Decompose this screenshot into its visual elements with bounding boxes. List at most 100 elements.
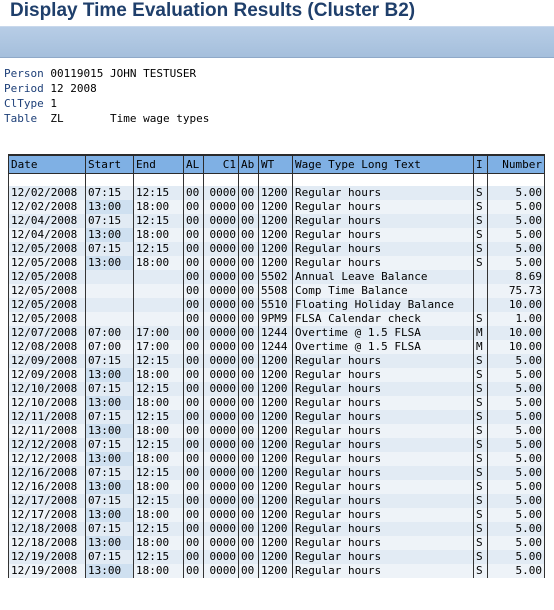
table-row[interactable]: 12/09/2008 13:00 18:00 00 0000 00 1200 Regular … (8, 368, 545, 382)
cell-start: 13:00 (85, 200, 134, 214)
cell-wage-type-text: Overtime @ 1.5 FLSA (292, 340, 474, 354)
table-row[interactable]: 12/08/2008 07:00 17:00 00 0000 00 1244 Overtime… (8, 340, 545, 354)
table-header-row: Date Start End AL C1 Ab WT Wage Type Long Text I… (8, 154, 545, 174)
table-row[interactable]: 12/11/2008 13:00 18:00 00 0000 00 1200 Regular … (8, 424, 545, 438)
cell-wage-type-text: Comp Time Balance (292, 284, 474, 298)
table-row[interactable]: 12/18/2008 13:00 18:00 00 0000 00 1200 Regular … (8, 536, 545, 550)
table-row[interactable]: 12/12/2008 07:15 12:15 00 0000 00 1200 Regular … (8, 438, 545, 452)
column-header-i[interactable]: I (473, 154, 488, 174)
cell-ab: 00 (238, 228, 259, 242)
cell-date: 12/05/2008 (8, 270, 86, 284)
cell-wt: 5510 (258, 298, 293, 312)
cell-number: 5.00 (487, 410, 545, 424)
table-row[interactable]: 12/09/2008 07:15 12:15 00 0000 00 1200 Regular … (8, 354, 545, 368)
table-row[interactable]: 12/05/2008 07:15 12:15 00 0000 00 1200 Regular … (8, 242, 545, 256)
table-row[interactable]: 12/11/2008 07:15 12:15 00 0000 00 1200 Regular … (8, 410, 545, 424)
cell-number: 5.00 (487, 368, 545, 382)
cell-wt: 1200 (258, 452, 293, 466)
column-header-c1[interactable]: C1 (203, 154, 239, 174)
cell-number: 5.00 (487, 256, 545, 270)
cell-wt: 5502 (258, 270, 293, 284)
cell-date: 12/02/2008 (8, 200, 86, 214)
cell-wt: 1200 (258, 564, 293, 578)
table-row[interactable]: 12/05/2008 00 0000 00 5510 Floating Holiday B… (8, 298, 545, 312)
cell-date: 12/11/2008 (8, 410, 86, 424)
cell-start: 07:00 (85, 326, 134, 340)
column-header-number[interactable]: Number (487, 154, 545, 174)
cell-al: 00 (183, 564, 204, 578)
cell-ab: 00 (238, 298, 259, 312)
cell-i: S (473, 186, 488, 200)
cell-i: S (473, 228, 488, 242)
table-row[interactable]: 12/04/2008 13:00 18:00 00 0000 00 1200 Regular … (8, 228, 545, 242)
cell-number: 5.00 (487, 480, 545, 494)
cell-wt: 1200 (258, 424, 293, 438)
cell-al: 00 (183, 424, 204, 438)
cell-wt: 1200 (258, 480, 293, 494)
cell-end (133, 312, 184, 326)
cell-end: 12:15 (133, 522, 184, 536)
cell-end: 18:00 (133, 256, 184, 270)
table-row[interactable]: 12/17/2008 13:00 18:00 00 0000 00 1200 Regular … (8, 508, 545, 522)
cell-start: 07:15 (85, 550, 134, 564)
cell-date: 12/18/2008 (8, 536, 86, 550)
table-row[interactable]: 12/02/2008 07:15 12:15 00 0000 00 1200 Regular … (8, 186, 545, 200)
cell-wt: 1200 (258, 438, 293, 452)
table-row[interactable]: 12/10/2008 13:00 18:00 00 0000 00 1200 Regular … (8, 396, 545, 410)
cell-ab: 00 (238, 494, 259, 508)
column-header-wage-type-text[interactable]: Wage Type Long Text (292, 154, 474, 174)
cell-i: S (473, 424, 488, 438)
cell-number: 10.00 (487, 326, 545, 340)
table-row[interactable]: 12/16/2008 13:00 18:00 00 0000 00 1200 Regular … (8, 480, 545, 494)
column-header-date[interactable]: Date (8, 154, 86, 174)
cell-wt: 1244 (258, 326, 293, 340)
cell-wage-type-text: Regular hours (292, 242, 474, 256)
cell-al: 00 (183, 228, 204, 242)
cell-end: 18:00 (133, 228, 184, 242)
column-header-end[interactable]: End (133, 154, 184, 174)
cell-i (473, 284, 488, 298)
cell-al: 00 (183, 550, 204, 564)
table-row[interactable]: 12/18/2008 07:15 12:15 00 0000 00 1200 Regular … (8, 522, 545, 536)
table-row[interactable]: 12/02/2008 13:00 18:00 00 0000 00 1200 Regular … (8, 200, 545, 214)
cell-wage-type-text: Regular hours (292, 480, 474, 494)
cell-wt: 1200 (258, 214, 293, 228)
table-row[interactable]: 12/17/2008 07:15 12:15 00 0000 00 1200 Regular … (8, 494, 545, 508)
column-header-wt[interactable]: WT (258, 154, 293, 174)
cell-date: 12/08/2008 (8, 340, 86, 354)
cell-c1: 0000 (203, 466, 239, 480)
cell-number: 5.00 (487, 242, 545, 256)
table-spacer-row (8, 173, 545, 186)
cell-i: S (473, 466, 488, 480)
table-row[interactable]: 12/12/2008 13:00 18:00 00 0000 00 1200 Regular … (8, 452, 545, 466)
cell-i: M (473, 326, 488, 340)
table-row[interactable]: 12/16/2008 07:15 12:15 00 0000 00 1200 Regular … (8, 466, 545, 480)
cell-i: S (473, 410, 488, 424)
cell-end: 18:00 (133, 536, 184, 550)
table-row[interactable]: 12/19/2008 13:00 18:00 00 0000 00 1200 Regular … (8, 564, 545, 578)
cell-number: 5.00 (487, 452, 545, 466)
cell-start: 13:00 (85, 452, 134, 466)
column-header-al[interactable]: AL (183, 154, 204, 174)
table-row[interactable]: 12/05/2008 13:00 18:00 00 0000 00 1200 Regular … (8, 256, 545, 270)
table-row[interactable]: 12/04/2008 07:15 12:15 00 0000 00 1200 Regular … (8, 214, 545, 228)
cell-ab: 00 (238, 312, 259, 326)
table-row[interactable]: 12/05/2008 00 0000 00 5508 Comp Time Balance 7… (8, 284, 545, 298)
table-row[interactable]: 12/05/2008 00 0000 00 5502 Annual Leave Balan… (8, 270, 545, 284)
cell-end: 12:15 (133, 494, 184, 508)
table-row[interactable]: 12/07/2008 07:00 17:00 00 0000 00 1244 Overtime… (8, 326, 545, 340)
cell-number: 5.00 (487, 564, 545, 578)
cell-al: 00 (183, 186, 204, 200)
cell-wage-type-text: Regular hours (292, 256, 474, 270)
cell-number: 5.00 (487, 200, 545, 214)
column-header-start[interactable]: Start (85, 154, 134, 174)
cell-i: S (473, 508, 488, 522)
cell-al: 00 (183, 410, 204, 424)
cell-i (473, 298, 488, 312)
table-row[interactable]: 12/10/2008 07:15 12:15 00 0000 00 1200 Regular … (8, 382, 545, 396)
cell-start: 13:00 (85, 368, 134, 382)
table-row[interactable]: 12/05/2008 00 0000 00 9PM9 FLSA Calendar chec… (8, 312, 545, 326)
table-row[interactable]: 12/19/2008 07:15 12:15 00 0000 00 1200 Regular … (8, 550, 545, 564)
cell-wt: 1200 (258, 410, 293, 424)
column-header-ab[interactable]: Ab (238, 154, 259, 174)
